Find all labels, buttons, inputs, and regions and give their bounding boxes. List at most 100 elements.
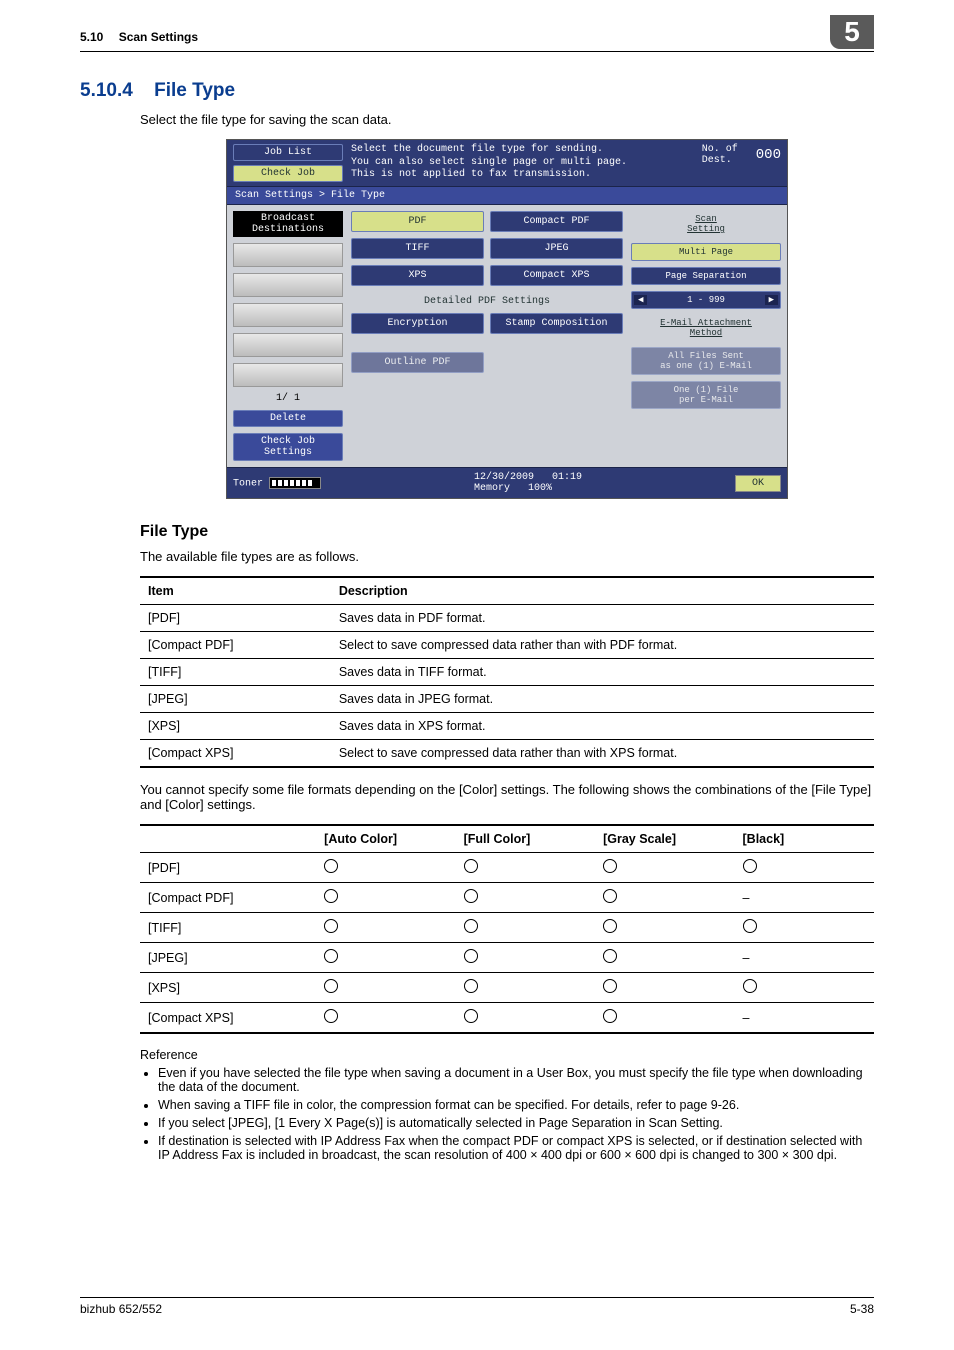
col-item: Item (140, 577, 331, 605)
one-file-button[interactable]: One (1) File per E-Mail (631, 381, 781, 409)
encryption-button[interactable]: Encryption (351, 313, 484, 334)
cell-gray (595, 883, 734, 913)
cell-item: [PDF] (140, 605, 331, 632)
dash-icon: – (743, 1011, 750, 1025)
header-section-title: Scan Settings (119, 30, 198, 44)
cell-desc: Saves data in TIFF format. (331, 659, 874, 686)
time-text: 01:19 (552, 472, 582, 483)
circle-icon (603, 859, 617, 873)
cell-item: [Compact XPS] (140, 1003, 316, 1034)
chevron-right-icon[interactable]: ▶ (765, 295, 778, 305)
scan-setting-label: Scan Setting (631, 211, 781, 237)
chapter-badge: 5 (830, 15, 874, 49)
cell-desc: Saves data in JPEG format. (331, 686, 874, 713)
circle-icon (464, 949, 478, 963)
cell-item: [Compact PDF] (140, 632, 331, 659)
reference-list: Even if you have selected the file type … (158, 1066, 874, 1162)
footer-left: bizhub 652/552 (80, 1302, 162, 1316)
table-row: [TIFF] (140, 913, 874, 943)
outline-pdf-button[interactable]: Outline PDF (351, 352, 484, 373)
circle-icon (324, 979, 338, 993)
cell-auto (316, 883, 455, 913)
header-section-number: 5.10 (80, 30, 103, 44)
table-row: [JPEG]Saves data in JPEG format. (140, 686, 874, 713)
delete-button[interactable]: Delete (233, 410, 343, 427)
attach-method-label: E-Mail Attachment Method (631, 315, 781, 341)
table-row: [Compact PDF]Select to save compressed d… (140, 632, 874, 659)
cell-item: [Compact PDF] (140, 883, 316, 913)
filetype-xps[interactable]: XPS (351, 265, 484, 286)
circle-icon (324, 889, 338, 903)
section-heading-text: File Type (154, 80, 235, 101)
page-separation-spinner[interactable]: ◀ 1 - 999 ▶ (631, 291, 781, 309)
chevron-left-icon[interactable]: ◀ (634, 295, 647, 305)
circle-icon (324, 1009, 338, 1023)
cell-auto (316, 1003, 455, 1034)
job-list-button[interactable]: Job List (233, 144, 343, 161)
filetype-compact-pdf[interactable]: Compact PDF (490, 211, 623, 232)
multi-page-button[interactable]: Multi Page (631, 243, 781, 261)
filetype-lead: The available file types are as follows. (140, 549, 874, 564)
cell-desc: Saves data in PDF format. (331, 605, 874, 632)
breadcrumb: Scan Settings > File Type (227, 186, 787, 205)
stamp-composition-button[interactable]: Stamp Composition (490, 313, 623, 334)
date-text: 12/30/2009 (474, 472, 534, 483)
table-row: [XPS] (140, 973, 874, 1003)
circle-icon (324, 919, 338, 933)
filetype-pdf[interactable]: PDF (351, 211, 484, 232)
cell-black (735, 973, 874, 1003)
list-item: When saving a TIFF file in color, the co… (158, 1098, 874, 1112)
dest-slot (233, 363, 343, 387)
circle-icon (324, 859, 338, 873)
cell-auto (316, 973, 455, 1003)
combo-table: [Auto Color] [Full Color] [Gray Scale] [… (140, 824, 874, 1034)
table-row: [Compact XPS] – (140, 1003, 874, 1034)
cell-item: [JPEG] (140, 686, 331, 713)
filetype-compact-xps[interactable]: Compact XPS (490, 265, 623, 286)
cell-black: – (735, 943, 874, 973)
section-heading: 5.10.4 File Type (80, 80, 874, 102)
list-item: If destination is selected with IP Addre… (158, 1134, 874, 1162)
page-separation-button[interactable]: Page Separation (631, 267, 781, 285)
footer-right: 5-38 (850, 1302, 874, 1316)
circle-icon (324, 949, 338, 963)
circle-icon (603, 919, 617, 933)
cell-full (456, 883, 595, 913)
filetype-jpeg[interactable]: JPEG (490, 238, 623, 259)
cell-full (456, 913, 595, 943)
cell-item: [XPS] (140, 713, 331, 740)
cell-item: [TIFF] (140, 659, 331, 686)
col-full: [Full Color] (456, 825, 595, 853)
col-gray: [Gray Scale] (595, 825, 734, 853)
table-row: [XPS]Saves data in XPS format. (140, 713, 874, 740)
cell-black: – (735, 883, 874, 913)
list-item: Even if you have selected the file type … (158, 1066, 874, 1094)
detailed-pdf-heading: Detailed PDF Settings (351, 296, 623, 307)
circle-icon (464, 979, 478, 993)
spinner-value: 1 - 999 (687, 295, 725, 305)
col-auto: [Auto Color] (316, 825, 455, 853)
circle-icon (464, 859, 478, 873)
all-files-button[interactable]: All Files Sent as one (1) E-Mail (631, 347, 781, 375)
table-row: [JPEG] – (140, 943, 874, 973)
cell-full (456, 1003, 595, 1034)
check-job-button[interactable]: Check Job (233, 165, 343, 182)
cell-full (456, 943, 595, 973)
cell-item: [PDF] (140, 853, 316, 883)
table-row: [PDF] (140, 853, 874, 883)
dest-count-label: No. of Dest. (702, 144, 738, 166)
table-row: [TIFF]Saves data in TIFF format. (140, 659, 874, 686)
filetype-tiff[interactable]: TIFF (351, 238, 484, 259)
cell-item: [JPEG] (140, 943, 316, 973)
ok-button[interactable]: OK (735, 475, 781, 492)
circle-icon (603, 949, 617, 963)
list-item: If you select [JPEG], [1 Every X Page(s)… (158, 1116, 874, 1130)
check-job-settings-button[interactable]: Check Job Settings (233, 433, 343, 461)
cell-item: [TIFF] (140, 913, 316, 943)
col-black: [Black] (735, 825, 874, 853)
toner-indicator-icon (269, 477, 321, 489)
cell-full (456, 973, 595, 1003)
table-row: [Compact XPS]Select to save compressed d… (140, 740, 874, 768)
filetype-heading: File Type (140, 523, 874, 541)
table-row: [Compact PDF] – (140, 883, 874, 913)
